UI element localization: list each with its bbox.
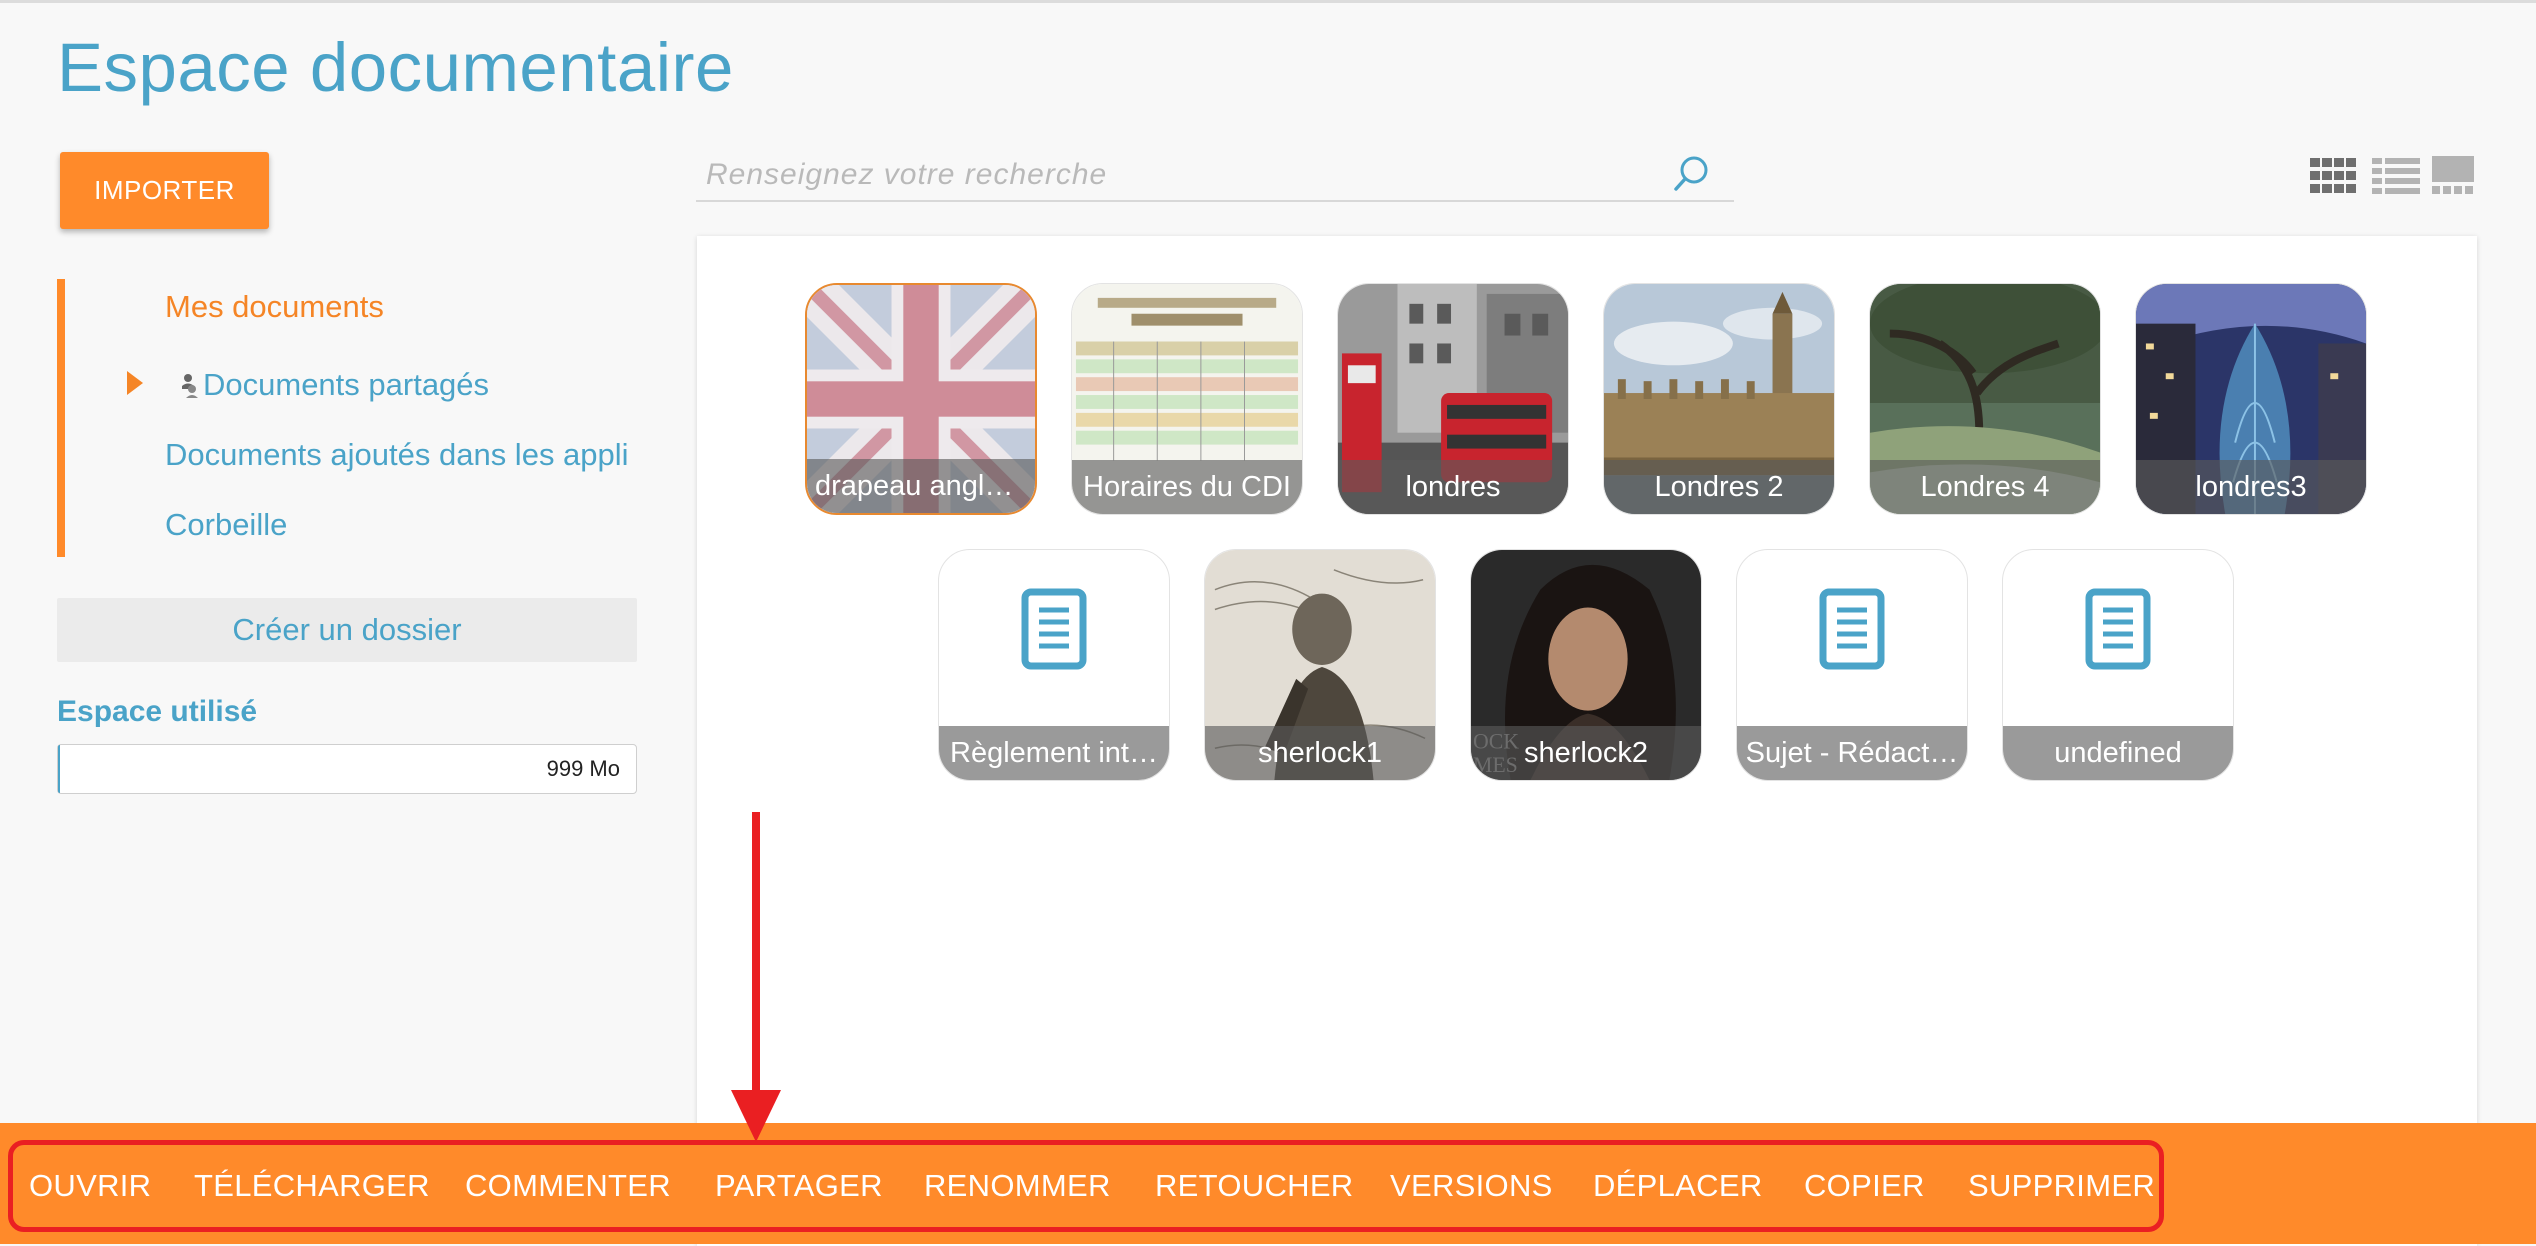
storage-quota-value: 999 Mo xyxy=(546,756,620,781)
comment-button[interactable]: COMMENTER xyxy=(465,1163,671,1209)
create-folder-button[interactable]: Créer un dossier xyxy=(57,598,637,662)
file-label: Londres 2 xyxy=(1604,460,1834,514)
open-button[interactable]: OUVRIR xyxy=(29,1163,151,1209)
share-button[interactable]: PARTAGER xyxy=(715,1163,883,1209)
file-thumbnail[interactable]: londres xyxy=(1337,283,1569,515)
file-label: Londres 4 xyxy=(1870,460,2100,514)
expand-caret-icon[interactable] xyxy=(127,371,143,395)
versions-button[interactable]: VERSIONS xyxy=(1390,1163,1553,1209)
retouch-button[interactable]: RETOUCHER xyxy=(1155,1163,1353,1209)
document-icon xyxy=(1819,588,1885,670)
documents-panel: drapeau angla… Horaires du CDI londres L… xyxy=(697,236,2477,1246)
search-input[interactable] xyxy=(704,154,1608,196)
list-view-icon[interactable] xyxy=(2372,158,2420,194)
document-icon xyxy=(2085,588,2151,670)
delete-button[interactable]: SUPPRIMER xyxy=(1968,1163,2155,1209)
rename-button[interactable]: RENOMMER xyxy=(924,1163,1111,1209)
copy-button[interactable]: COPIER xyxy=(1804,1163,1925,1209)
document-icon xyxy=(1021,588,1087,670)
file-thumbnail[interactable]: londres3 xyxy=(2135,283,2367,515)
folder-tree: Mes documents Documents partagés Documen… xyxy=(57,279,645,557)
file-label: drapeau angla… xyxy=(807,459,1035,513)
file-label: londres3 xyxy=(2136,460,2366,514)
file-label: Sujet - Rédact… xyxy=(1737,726,1967,780)
file-thumbnail[interactable]: Horaires du CDI xyxy=(1071,283,1303,515)
file-thumbnail[interactable]: Règlement int… xyxy=(938,549,1170,781)
red-arrow-annotation xyxy=(731,812,781,1142)
file-thumbnail[interactable]: undefined xyxy=(2002,549,2234,781)
download-button[interactable]: TÉLÉCHARGER xyxy=(194,1163,430,1209)
file-label: Règlement int… xyxy=(939,726,1169,780)
storage-quota-bar: 999 Mo xyxy=(57,744,637,794)
search-bar xyxy=(696,150,1734,202)
search-icon[interactable] xyxy=(1670,152,1714,196)
grid-view-icon[interactable] xyxy=(2310,158,2358,194)
tree-item-trash[interactable]: Corbeille xyxy=(165,507,287,543)
carousel-view-icon[interactable] xyxy=(2430,156,2476,196)
page-title: Espace documentaire xyxy=(57,29,734,106)
top-border xyxy=(0,0,2536,3)
file-label: undefined xyxy=(2003,726,2233,780)
file-label: sherlock1 xyxy=(1205,726,1435,780)
tree-item-app-documents[interactable]: Documents ajoutés dans les appli xyxy=(165,437,629,473)
storage-quota-fill xyxy=(58,745,61,793)
import-button[interactable]: IMPORTER xyxy=(60,152,269,229)
file-thumbnail[interactable]: sherlock1 xyxy=(1204,549,1436,781)
tree-item-shared-documents[interactable]: Documents partagés xyxy=(203,367,489,403)
space-used-label: Espace utilisé xyxy=(57,695,258,728)
file-thumbnail[interactable]: Londres 2 xyxy=(1603,283,1835,515)
file-thumbnail[interactable]: drapeau angla… xyxy=(805,283,1037,515)
file-thumbnail[interactable]: Sujet - Rédact… xyxy=(1736,549,1968,781)
file-label: londres xyxy=(1338,460,1568,514)
shared-users-icon xyxy=(182,374,198,398)
file-thumbnail[interactable]: Londres 4 xyxy=(1869,283,2101,515)
file-label: Horaires du CDI xyxy=(1072,460,1302,514)
file-thumbnail[interactable]: OCKMES sherlock2 xyxy=(1470,549,1702,781)
move-button[interactable]: DÉPLACER xyxy=(1593,1163,1763,1209)
tree-item-my-documents[interactable]: Mes documents xyxy=(165,289,384,325)
file-label: sherlock2 xyxy=(1471,726,1701,780)
